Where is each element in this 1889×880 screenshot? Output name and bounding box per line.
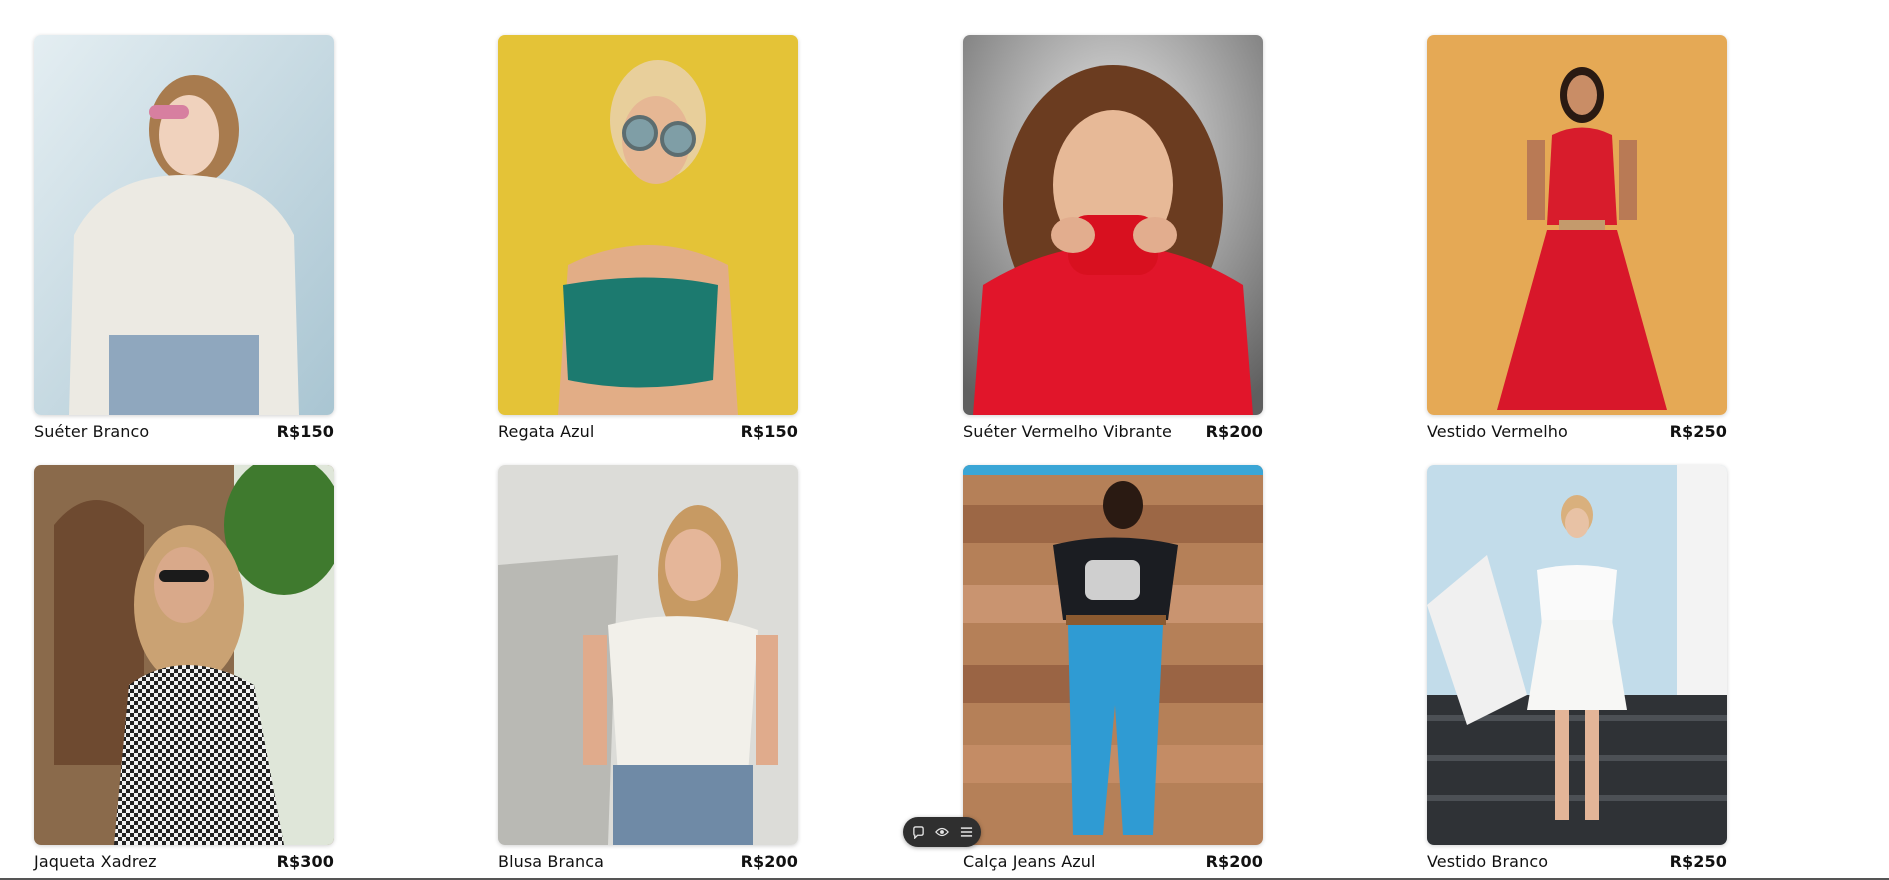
product-card-blusa-branca[interactable]: Blusa Branca R$200	[498, 465, 798, 871]
product-image[interactable]	[963, 465, 1263, 845]
product-price: R$200	[1205, 852, 1263, 871]
product-name: Suéter Vermelho Vibrante	[963, 422, 1172, 441]
product-name: Suéter Branco	[34, 422, 150, 441]
product-name: Calça Jeans Azul	[963, 852, 1096, 871]
product-price: R$300	[276, 852, 334, 871]
product-image[interactable]	[34, 35, 334, 415]
product-price: R$250	[1669, 422, 1727, 441]
menu-icon[interactable]	[957, 823, 975, 841]
eye-icon[interactable]	[933, 823, 951, 841]
product-image[interactable]	[34, 465, 334, 845]
product-grid: Suéter Branco R$150 Regata Azul R$150 Su…	[0, 0, 1889, 880]
product-price: R$150	[276, 422, 334, 441]
product-name: Vestido Branco	[1427, 852, 1549, 871]
comment-icon[interactable]	[909, 823, 927, 841]
product-price: R$250	[1669, 852, 1727, 871]
product-image[interactable]	[498, 465, 798, 845]
product-price: R$200	[740, 852, 798, 871]
product-name: Jaqueta Xadrez	[34, 852, 157, 871]
product-name: Vestido Vermelho	[1427, 422, 1568, 441]
product-name: Regata Azul	[498, 422, 595, 441]
product-card-vestido-vermelho[interactable]: Vestido Vermelho R$250	[1427, 35, 1727, 441]
product-image[interactable]	[963, 35, 1263, 415]
product-image[interactable]	[498, 35, 798, 415]
product-image[interactable]	[1427, 465, 1727, 845]
floating-toolbar	[903, 817, 981, 847]
product-card-regata-azul[interactable]: Regata Azul R$150	[498, 35, 798, 441]
product-card-sueter-vermelho-vibrante[interactable]: Suéter Vermelho Vibrante R$200	[963, 35, 1263, 441]
product-card-vestido-branco[interactable]: Vestido Branco R$250	[1427, 465, 1727, 871]
product-card-calca-jeans-azul[interactable]: Calça Jeans Azul R$200	[963, 465, 1263, 871]
product-price: R$150	[740, 422, 798, 441]
product-price: R$200	[1205, 422, 1263, 441]
product-name: Blusa Branca	[498, 852, 605, 871]
product-image[interactable]	[1427, 35, 1727, 415]
product-card-jaqueta-xadrez[interactable]: Jaqueta Xadrez R$300	[34, 465, 334, 871]
product-card-sueter-branco[interactable]: Suéter Branco R$150	[34, 35, 334, 441]
